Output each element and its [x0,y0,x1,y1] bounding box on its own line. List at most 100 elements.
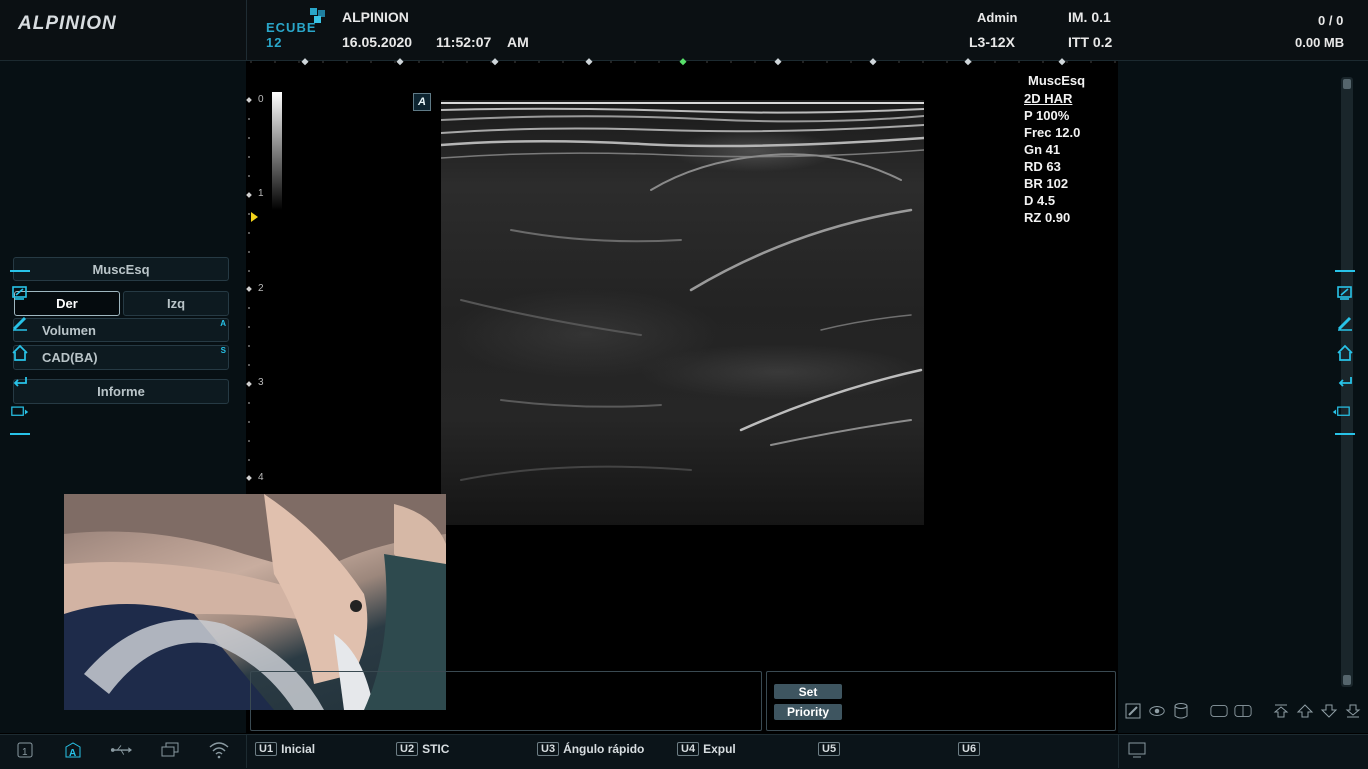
userkey-tag: U2 [396,742,419,756]
param-brightness: BR 102 [1024,176,1069,191]
userkey-u4[interactable]: U4 Expul [677,742,736,756]
screen-edit-icon[interactable] [1336,284,1354,302]
side-right-label: Der [56,296,78,311]
time-ampm: AM [507,34,529,50]
userkey-tag: U1 [255,742,278,756]
page-last-icon[interactable] [1344,702,1362,720]
scroll-down-arrow[interactable] [1343,675,1351,685]
userkey-tag: U5 [818,742,841,756]
userkey-u2[interactable]: U2 STIC [396,742,449,756]
home-icon[interactable] [1336,344,1354,362]
thermal-index: ITT 0.2 [1068,34,1113,50]
side-left-label: Izq [166,296,186,311]
preset-button[interactable]: MuscEsq [13,257,229,281]
top-status-bar: ALPINION ECUBE 12 ALPINION 16.05.2020 11… [0,0,1368,61]
info-panel [250,671,762,731]
volume-button[interactable]: Volumen A [13,318,229,342]
userkey-u3[interactable]: U3 Ángulo rápido [537,742,644,756]
depth-label: 3 [258,377,264,388]
userkey-label: Expul [703,742,736,756]
divider [246,0,247,60]
probe-name: L3-12X [969,34,1015,50]
lateral-scale [250,58,1116,66]
pc-screen-icon[interactable] [11,403,29,421]
ecube-logo: ECUBE 12 [266,6,334,50]
home-icon[interactable] [11,344,29,362]
dual-layout-icon[interactable] [1234,702,1252,720]
scan-parameters: P 100% Frec 12.0 Gn 41 RD 63 BR 102 D 4.… [1024,107,1080,226]
auto-optimize-icon[interactable]: A [62,740,84,760]
storage-used: 0.00 MB [1295,35,1345,50]
wifi-icon[interactable] [208,740,230,760]
userkey-tag: U6 [958,742,981,756]
param-dynamic-range: RD 63 [1024,159,1061,174]
side-right-button[interactable]: Der [14,291,120,316]
userkey-label: Inicial [281,742,316,756]
userkey-tag: U4 [677,742,700,756]
exam-date: 16.05.2020 [342,34,413,50]
pc-screen-icon[interactable] [1332,403,1350,421]
pencil-icon[interactable] [1336,314,1354,332]
eye-icon[interactable] [1148,702,1166,720]
channel-1-icon[interactable]: 1 [14,740,36,760]
param-gain: Gn 41 [1024,142,1061,157]
right-panel [1118,61,1368,733]
report-button[interactable]: Informe [13,379,229,404]
depth-label: 0 [258,94,264,105]
single-layout-icon[interactable] [1210,702,1228,720]
priority-panel [766,671,1116,731]
divider [1118,735,1119,768]
user-name: Admin [977,10,1018,25]
network-share-icon[interactable] [160,740,182,760]
volume-hotkey-badge: A [220,319,226,328]
userkey-u1[interactable]: U1 Inicial [255,742,315,756]
mechanical-index: IM. 0.1 [1068,9,1111,25]
cad-button[interactable]: CAD(BA) S [13,345,229,370]
scan-mode[interactable]: 2D HAR [1024,90,1072,107]
depth-label: 4 [258,472,264,483]
param-frequency: Frec 12.0 [1024,125,1081,140]
preset-label: MuscEsq [92,261,150,277]
cad-label: CAD(BA) [42,350,98,365]
svg-text:1: 1 [22,747,28,758]
menu-divider [1335,433,1355,435]
grayscale-bar [272,92,282,210]
alpinion-logo: ALPINION [18,13,117,34]
screen-edit-icon[interactable] [11,284,29,302]
userkey-u5[interactable]: U5 [818,742,844,756]
priority-label: Priority [786,705,829,719]
page-down-icon[interactable] [1320,702,1338,720]
annotate-icon[interactable] [1124,702,1142,720]
database-icon[interactable] [1172,702,1190,720]
priority-button[interactable]: Priority [774,704,842,720]
scroll-up-arrow[interactable] [1343,79,1351,89]
param-rz: RZ 0.90 [1024,210,1071,225]
scan-preset: MuscEsq [1028,73,1086,88]
userkey-u6[interactable]: U6 [958,742,984,756]
report-label: Informe [97,384,145,399]
focus-marker-icon[interactable] [251,212,259,222]
set-label: Set [798,684,818,699]
volume-label: Volumen [42,322,96,338]
set-button[interactable]: Set [774,684,842,699]
exam-time: 11:52:07 [436,34,492,50]
return-icon[interactable] [1336,373,1354,391]
orientation-marker: A [413,93,431,111]
menu-divider [10,433,30,435]
usb-icon[interactable] [110,740,132,760]
ultrasound-image[interactable] [441,100,924,525]
monitor-icon[interactable] [1126,740,1148,760]
return-icon[interactable] [11,373,29,391]
page-up-icon[interactable] [1296,702,1314,720]
tissue-echoes [441,102,924,481]
side-left-button[interactable]: Izq [123,291,229,316]
page-first-icon[interactable] [1272,702,1290,720]
menu-divider [1335,270,1355,272]
depth-ticks [246,97,252,481]
depth-label: 1 [258,188,264,199]
userkey-label: Ángulo rápido [563,742,645,756]
depth-label: 2 [258,283,264,294]
image-counter: 0 / 0 [1318,13,1344,28]
pencil-icon[interactable] [11,314,29,332]
cad-hotkey-badge: S [220,346,226,355]
